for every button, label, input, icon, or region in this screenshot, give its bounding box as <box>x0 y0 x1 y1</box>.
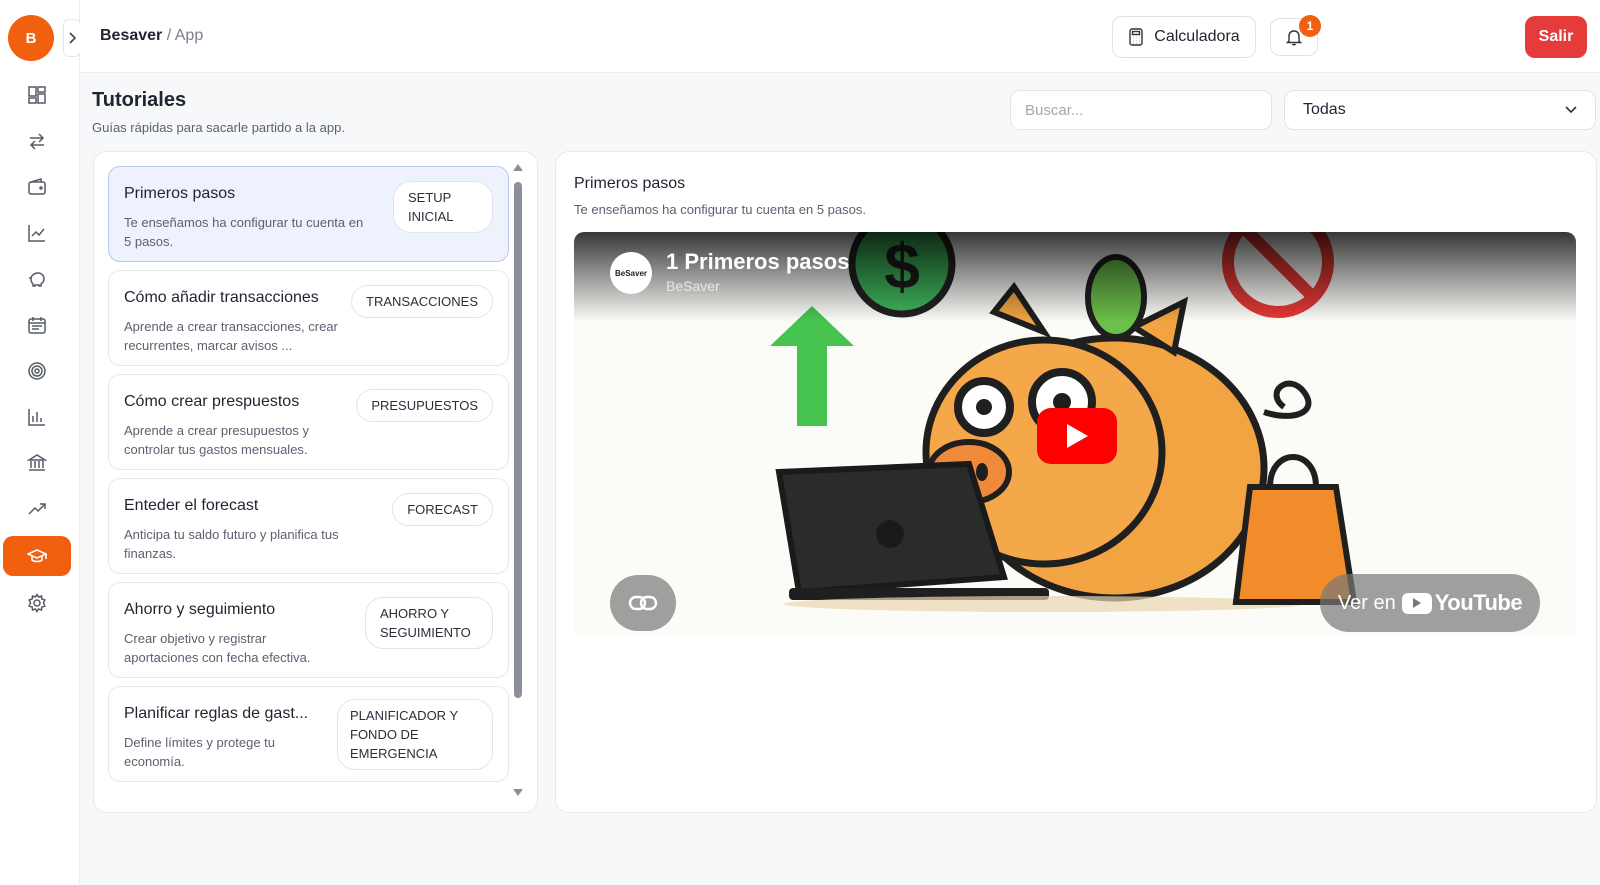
tutorial-card-tag: TRANSACCIONES <box>351 285 493 318</box>
sidebar: B <box>0 0 81 885</box>
calculator-button[interactable]: Calculadora <box>1112 16 1256 58</box>
watch-on-label: Ver en <box>1337 591 1396 614</box>
tutorial-card-description: Te enseñamos ha configurar tu cuenta en … <box>124 215 364 249</box>
play-icon <box>1067 424 1088 448</box>
video-player[interactable]: $ BeSaver 1 Primeros pasos BeSave <box>574 232 1576 634</box>
calculator-label: Calculadora <box>1154 28 1240 45</box>
sidebar-item-savings[interactable] <box>3 259 71 299</box>
tutorial-card-title: Cómo añadir transacciones <box>124 289 319 306</box>
breadcrumb: Besaver / App <box>100 27 203 45</box>
detail-title: Primeros pasos <box>574 175 686 192</box>
sidebar-item-accounts[interactable] <box>3 167 71 207</box>
tutorial-card-tag: PLANIFICADOR Y FONDO DE EMERGENCIA <box>337 699 493 770</box>
list-scrollbar-thumb[interactable] <box>514 182 522 698</box>
tutorial-card-tag: PRESUPUESTOS <box>356 389 493 422</box>
video-top-overlay <box>574 232 1576 322</box>
transfer-arrows-icon <box>29 133 45 150</box>
tutorial-card-planner[interactable]: Planificar reglas de gast... Define lími… <box>108 686 509 782</box>
sidebar-item-tutorials[interactable] <box>3 536 71 576</box>
page-subtitle: Guías rápidas para sacarle partido a la … <box>92 120 345 135</box>
wallet-icon <box>28 177 46 195</box>
channel-avatar[interactable]: BeSaver <box>610 252 652 294</box>
tutorial-card-description: Aprende a crear transacciones, crear rec… <box>124 319 338 353</box>
logout-button[interactable]: Salir <box>1525 16 1587 58</box>
chevron-down-icon <box>1565 106 1577 114</box>
tutorial-card-tag: AHORRO Y SEGUIMIENTO <box>365 597 493 649</box>
notification-count-badge: 1 <box>1299 15 1321 37</box>
link-icon <box>628 595 658 611</box>
tutorial-card-description: Crear objetivo y registrar aportaciones … <box>124 631 311 665</box>
scroll-down-arrow-icon[interactable] <box>513 789 523 796</box>
sidebar-item-statistics[interactable] <box>3 397 71 437</box>
tutorial-card-title: Ahorro y seguimiento <box>124 601 276 618</box>
sidebar-item-calendar[interactable] <box>3 305 71 345</box>
youtube-wordmark: YouTube <box>1434 590 1523 615</box>
page-title: Tutoriales <box>92 89 187 111</box>
bank-icon <box>27 454 47 471</box>
channel-avatar-label: BeSaver <box>614 268 648 278</box>
calendar-icon <box>28 317 46 334</box>
breadcrumb-app[interactable]: Besaver <box>100 27 162 44</box>
play-button[interactable] <box>1037 408 1117 464</box>
search-input[interactable] <box>1010 90 1272 130</box>
target-icon <box>28 362 46 380</box>
breadcrumb-separator: / <box>166 27 172 44</box>
sidebar-item-transactions[interactable] <box>3 121 71 161</box>
sidebar-item-settings[interactable] <box>3 583 71 623</box>
gear-icon <box>28 593 46 613</box>
chevron-right-icon <box>69 32 77 44</box>
scroll-up-arrow-icon[interactable] <box>513 164 523 171</box>
trending-up-icon <box>28 503 46 515</box>
category-filter-value: Todas <box>1303 101 1346 118</box>
sidebar-item-banks[interactable] <box>3 443 71 483</box>
tutorial-card-savings[interactable]: Ahorro y seguimiento Crear objetivo y re… <box>108 582 509 678</box>
video-title[interactable]: 1 Primeros pasos <box>666 249 849 275</box>
tutorial-card-title: Planificar reglas de gast... <box>124 705 309 722</box>
bar-chart-icon <box>28 409 45 426</box>
top-header: Besaver / App Calculadora 1 Salir <box>80 0 1600 73</box>
tutorial-card-tag: SETUP INICIAL <box>393 181 493 233</box>
calculator-icon <box>1129 28 1143 46</box>
watch-on-youtube-button[interactable]: Ver en YouTube <box>1320 574 1540 632</box>
copy-link-button[interactable] <box>610 575 676 631</box>
video-channel[interactable]: BeSaver <box>666 278 720 294</box>
category-filter-select[interactable]: Todas <box>1284 90 1596 130</box>
app-logo[interactable]: B <box>8 15 54 61</box>
tutorial-card-tag: FORECAST <box>392 493 493 526</box>
sidebar-item-goals[interactable] <box>3 351 71 391</box>
piggy-bank-icon <box>29 272 45 287</box>
youtube-play-icon <box>1401 592 1432 614</box>
graduation-cap-icon <box>27 549 47 563</box>
sidebar-item-investments[interactable] <box>3 489 71 529</box>
tutorial-card-title: Cómo crear prespuestos <box>124 393 300 410</box>
line-chart-icon <box>28 225 45 242</box>
tutorial-card-description: Aprende a crear presupuestos y controlar… <box>124 423 309 457</box>
tutorial-card-description: Define límites y protege tu economía. <box>124 735 276 769</box>
tutorial-list-panel: Primeros pasos Te enseñamos ha configura… <box>93 151 538 813</box>
tutorial-card-setup[interactable]: Primeros pasos Te enseñamos ha configura… <box>108 166 509 262</box>
tutorial-card-transactions[interactable]: Cómo añadir transacciones Aprende a crea… <box>108 270 509 366</box>
tutorial-card-forecast[interactable]: Enteder el forecast Anticipa tu saldo fu… <box>108 478 509 574</box>
detail-description: Te enseñamos ha configurar tu cuenta en … <box>574 202 866 217</box>
breadcrumb-page: App <box>174 27 204 44</box>
expand-sidebar-button[interactable] <box>63 19 81 57</box>
logo-letter: B <box>25 29 37 47</box>
youtube-logo: YouTube <box>1401 590 1523 616</box>
tutorial-card-budgets[interactable]: Cómo crear prespuestos Aprende a crear p… <box>108 374 509 470</box>
sidebar-item-reports[interactable] <box>3 213 71 253</box>
sidebar-item-dashboard[interactable] <box>3 75 71 115</box>
tutorial-card-description: Anticipa tu saldo futuro y planifica tus… <box>124 527 339 561</box>
tutorial-card-title: Enteder el forecast <box>124 497 259 514</box>
tutorial-card-title: Primeros pasos <box>124 185 236 202</box>
dashboard-icon <box>28 86 46 104</box>
